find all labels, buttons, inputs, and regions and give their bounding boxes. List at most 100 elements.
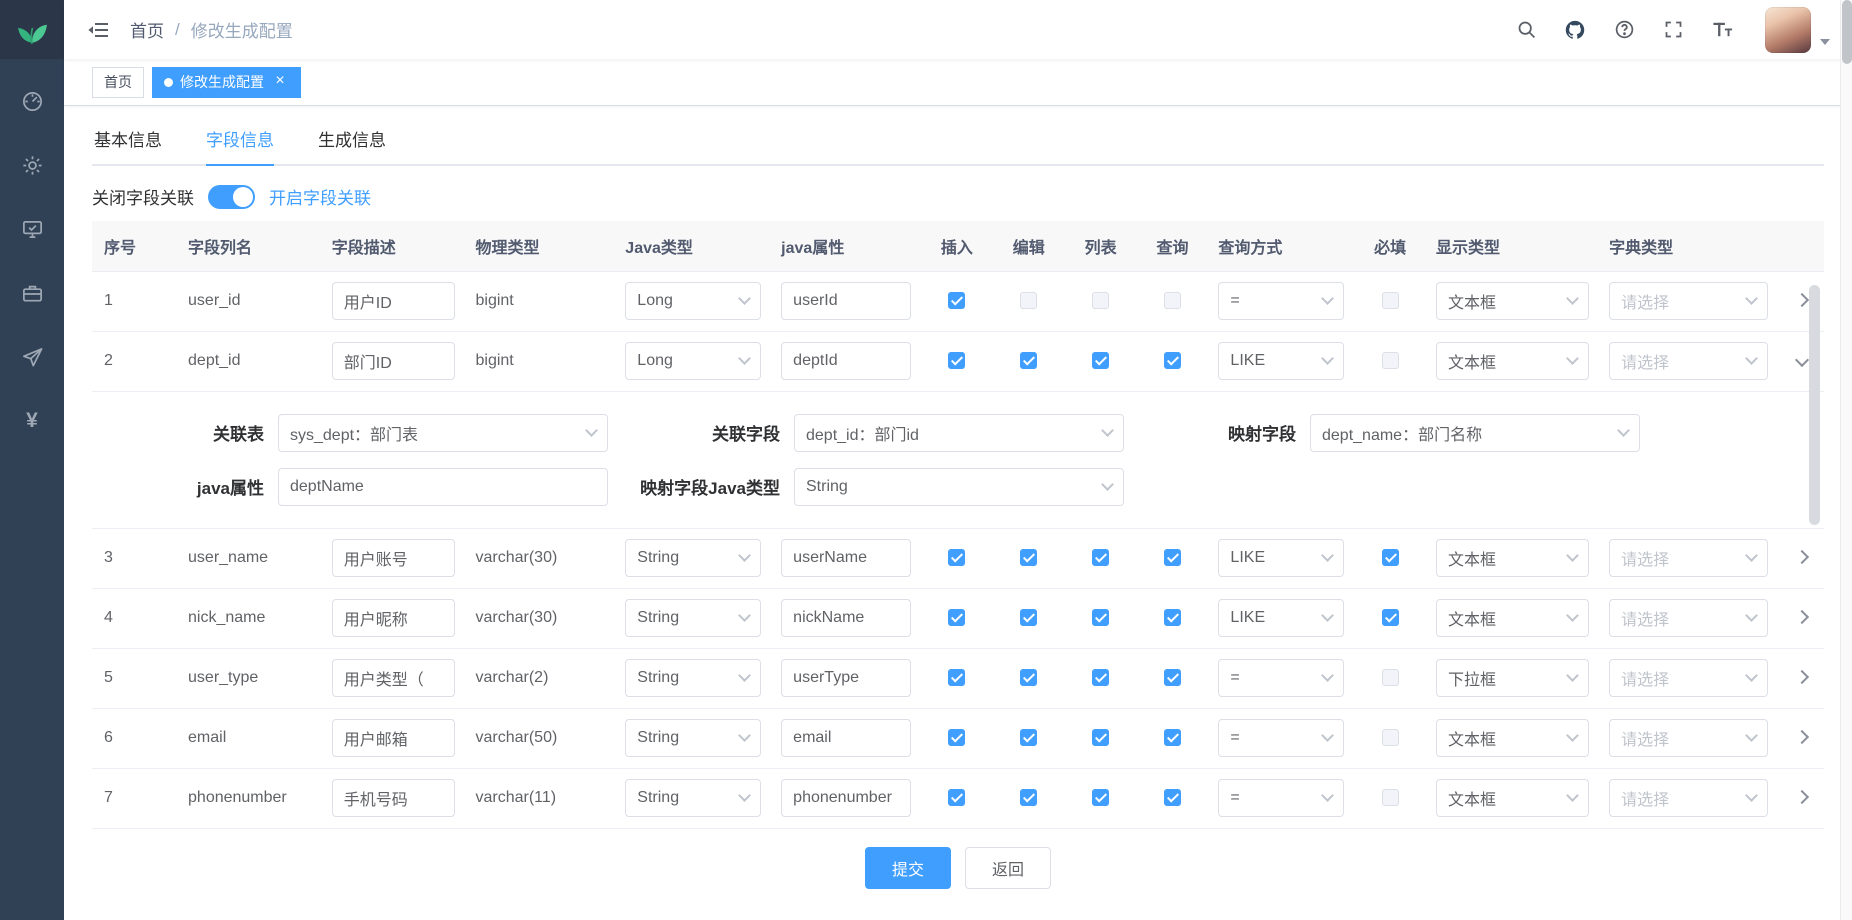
expand-toggle-icon[interactable] bbox=[1795, 293, 1809, 307]
java-type-select[interactable]: String bbox=[625, 779, 761, 817]
html-type-select[interactable]: 下拉框 bbox=[1436, 659, 1589, 697]
dict-type-select[interactable]: 请选择 bbox=[1609, 342, 1768, 380]
query-checkbox[interactable] bbox=[1164, 549, 1181, 566]
relation-table-select[interactable]: sys_dept：部门表 bbox=[278, 414, 608, 452]
expand-toggle-icon[interactable] bbox=[1795, 550, 1809, 564]
java-type-select[interactable]: String bbox=[625, 539, 761, 577]
required-checkbox[interactable] bbox=[1382, 549, 1399, 566]
insert-checkbox[interactable] bbox=[948, 352, 965, 369]
submit-button[interactable]: 提交 bbox=[865, 847, 951, 889]
help-button[interactable] bbox=[1612, 18, 1636, 42]
column-comment-input[interactable] bbox=[332, 539, 456, 577]
list-checkbox[interactable] bbox=[1092, 789, 1109, 806]
column-comment-input[interactable] bbox=[332, 779, 456, 817]
query-checkbox[interactable] bbox=[1164, 729, 1181, 746]
java-field-input[interactable] bbox=[781, 659, 911, 697]
mapping-java-type-select[interactable]: String bbox=[794, 468, 1124, 506]
field-relation-switch[interactable] bbox=[208, 185, 255, 209]
list-checkbox[interactable] bbox=[1092, 729, 1109, 746]
field-relation-on-link[interactable]: 开启字段关联 bbox=[269, 184, 371, 209]
html-type-select[interactable]: 文本框 bbox=[1436, 599, 1589, 637]
insert-checkbox[interactable] bbox=[948, 729, 965, 746]
query-type-select[interactable]: = bbox=[1218, 779, 1344, 817]
required-checkbox[interactable] bbox=[1382, 669, 1399, 686]
java-type-select[interactable]: String bbox=[625, 659, 761, 697]
java-type-select[interactable]: Long bbox=[625, 282, 761, 320]
column-comment-input[interactable] bbox=[332, 719, 456, 757]
list-checkbox[interactable] bbox=[1092, 609, 1109, 626]
list-checkbox[interactable] bbox=[1092, 549, 1109, 566]
list-checkbox[interactable] bbox=[1092, 352, 1109, 369]
query-checkbox[interactable] bbox=[1164, 789, 1181, 806]
dict-type-select[interactable]: 请选择 bbox=[1609, 539, 1768, 577]
back-button[interactable]: 返回 bbox=[965, 847, 1051, 889]
sidebar-collapse-button[interactable] bbox=[78, 10, 118, 50]
sidebar-item-monitor[interactable] bbox=[0, 197, 64, 261]
list-checkbox[interactable] bbox=[1092, 292, 1109, 309]
tab-basic-info[interactable]: 基本信息 bbox=[92, 112, 184, 164]
html-type-select[interactable]: 文本框 bbox=[1436, 539, 1589, 577]
expand-toggle-icon[interactable] bbox=[1795, 353, 1809, 367]
column-comment-input[interactable] bbox=[332, 342, 456, 380]
breadcrumb-home[interactable]: 首页 bbox=[130, 17, 164, 42]
required-checkbox[interactable] bbox=[1382, 292, 1399, 309]
tag-current[interactable]: 修改生成配置 × bbox=[152, 67, 301, 98]
java-type-select[interactable]: String bbox=[625, 599, 761, 637]
font-size-button[interactable] bbox=[1710, 18, 1734, 42]
sidebar-item-system[interactable] bbox=[0, 133, 64, 197]
html-type-select[interactable]: 文本框 bbox=[1436, 779, 1589, 817]
html-type-select[interactable]: 文本框 bbox=[1436, 719, 1589, 757]
sidebar-item-dashboard[interactable] bbox=[0, 69, 64, 133]
sidebar-item-tool[interactable] bbox=[0, 261, 64, 325]
column-comment-input[interactable] bbox=[332, 282, 456, 320]
required-checkbox[interactable] bbox=[1382, 609, 1399, 626]
dict-type-select[interactable]: 请选择 bbox=[1609, 779, 1768, 817]
content-scrollbar-thumb[interactable] bbox=[1809, 285, 1820, 525]
query-type-select[interactable]: = bbox=[1218, 719, 1344, 757]
relation-column-select[interactable]: dept_id：部门id bbox=[794, 414, 1124, 452]
html-type-select[interactable]: 文本框 bbox=[1436, 342, 1589, 380]
java-type-select[interactable]: String bbox=[625, 719, 761, 757]
edit-checkbox[interactable] bbox=[1020, 549, 1037, 566]
user-menu[interactable] bbox=[1765, 7, 1830, 53]
required-checkbox[interactable] bbox=[1382, 729, 1399, 746]
sidebar-item-job[interactable] bbox=[0, 325, 64, 389]
mapping-column-select[interactable]: dept_name：部门名称 bbox=[1310, 414, 1640, 452]
expand-toggle-icon[interactable] bbox=[1795, 790, 1809, 804]
sidebar-item-pay[interactable]: ¥ bbox=[0, 389, 64, 453]
expand-toggle-icon[interactable] bbox=[1795, 610, 1809, 624]
dict-type-select[interactable]: 请选择 bbox=[1609, 659, 1768, 697]
insert-checkbox[interactable] bbox=[948, 789, 965, 806]
tab-field-info[interactable]: 字段信息 bbox=[184, 112, 296, 164]
query-checkbox[interactable] bbox=[1164, 609, 1181, 626]
query-type-select[interactable]: LIKE bbox=[1218, 599, 1344, 637]
column-comment-input[interactable] bbox=[332, 599, 456, 637]
edit-checkbox[interactable] bbox=[1020, 789, 1037, 806]
relation-java-field-input[interactable] bbox=[278, 468, 608, 506]
dict-type-select[interactable]: 请选择 bbox=[1609, 282, 1768, 320]
fullscreen-button[interactable] bbox=[1661, 18, 1685, 42]
java-type-select[interactable]: Long bbox=[625, 342, 761, 380]
tag-home[interactable]: 首页 bbox=[92, 67, 144, 98]
column-comment-input[interactable] bbox=[332, 659, 456, 697]
java-field-input[interactable] bbox=[781, 719, 911, 757]
tag-close-icon[interactable]: × bbox=[271, 73, 289, 91]
dict-type-select[interactable]: 请选择 bbox=[1609, 599, 1768, 637]
edit-checkbox[interactable] bbox=[1020, 292, 1037, 309]
edit-checkbox[interactable] bbox=[1020, 609, 1037, 626]
expand-toggle-icon[interactable] bbox=[1795, 670, 1809, 684]
query-checkbox[interactable] bbox=[1164, 352, 1181, 369]
github-button[interactable] bbox=[1563, 18, 1587, 42]
query-type-select[interactable]: = bbox=[1218, 659, 1344, 697]
java-field-input[interactable] bbox=[781, 779, 911, 817]
query-checkbox[interactable] bbox=[1164, 292, 1181, 309]
window-scrollbar-thumb[interactable] bbox=[1842, 0, 1852, 64]
insert-checkbox[interactable] bbox=[948, 549, 965, 566]
dict-type-select[interactable]: 请选择 bbox=[1609, 719, 1768, 757]
required-checkbox[interactable] bbox=[1382, 352, 1399, 369]
edit-checkbox[interactable] bbox=[1020, 352, 1037, 369]
java-field-input[interactable] bbox=[781, 599, 911, 637]
query-type-select[interactable]: LIKE bbox=[1218, 342, 1344, 380]
insert-checkbox[interactable] bbox=[948, 292, 965, 309]
html-type-select[interactable]: 文本框 bbox=[1436, 282, 1589, 320]
